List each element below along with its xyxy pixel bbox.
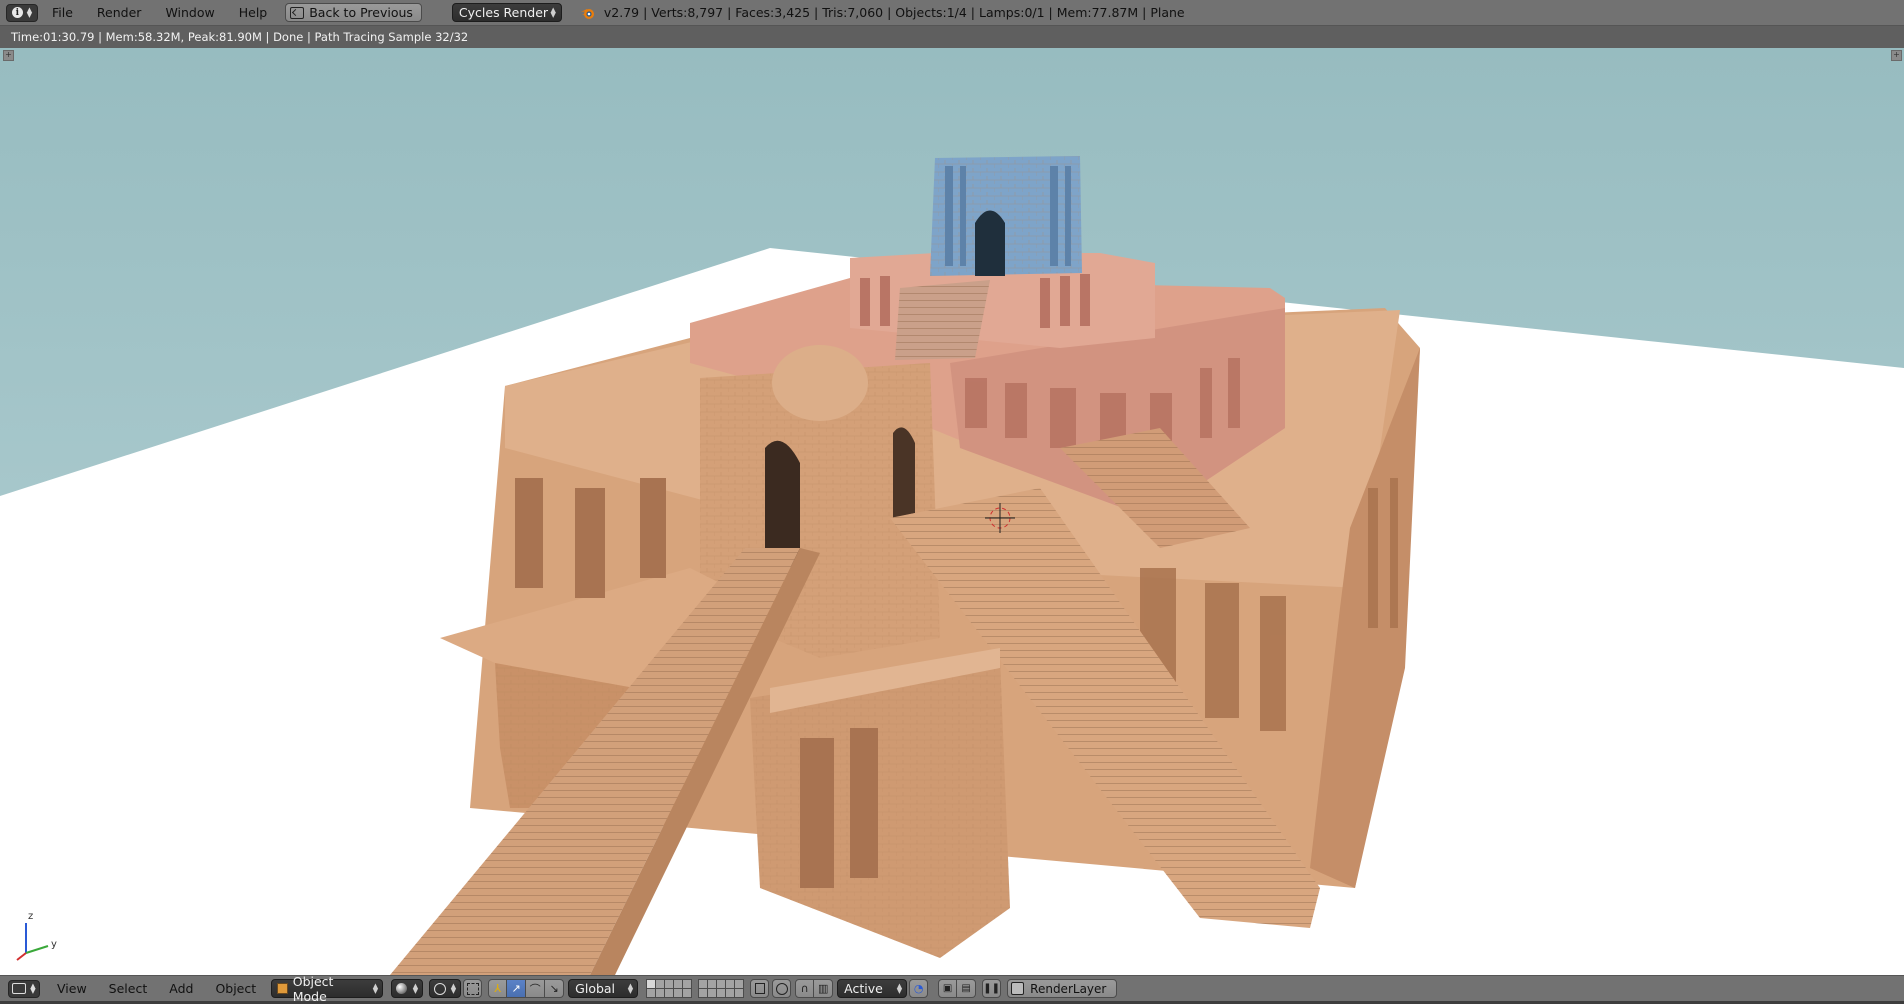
- mode-dropdown[interactable]: Object Mode ▲ ▼: [271, 974, 384, 1004]
- transform-orientation-dropdown[interactable]: Global ▲ ▼: [568, 979, 639, 998]
- back-arrow-icon: [290, 6, 305, 19]
- opengl-render-animation-button[interactable]: ▤: [957, 979, 977, 998]
- menu-window[interactable]: Window: [155, 0, 224, 26]
- proportional-edit-icon: [775, 982, 788, 995]
- pause-icon: ❚❚: [983, 983, 1001, 994]
- menu-object[interactable]: Object: [204, 976, 267, 1002]
- chevron-updown-icon: ▲ ▼: [412, 981, 419, 995]
- clapper-icon: ▤: [961, 983, 971, 994]
- back-to-previous-label: Back to Previous: [309, 5, 413, 20]
- menu-add[interactable]: Add: [158, 976, 204, 1002]
- manipulator-toggle-button[interactable]: ⅄: [488, 979, 508, 998]
- rotate-icon: ⌒: [529, 982, 541, 996]
- snap-target-value: Active: [844, 981, 883, 996]
- render-layer-value: RenderLayer: [1030, 981, 1107, 996]
- snap-element-button[interactable]: ▥: [814, 979, 834, 998]
- lock-icon: [754, 983, 765, 994]
- render-engine-dropdown[interactable]: Cycles Render ▲ ▼: [451, 3, 562, 22]
- menu-help[interactable]: Help: [229, 0, 278, 26]
- manipulator-icon: ⅄: [494, 982, 502, 995]
- axis-label-z: z: [28, 911, 34, 922]
- manipulate-center-points-button[interactable]: [463, 979, 483, 998]
- scene-statistics: v2.79 | Verts:8,797 | Faces:3,425 | Tris…: [603, 5, 1185, 20]
- snap-align-rotation-button[interactable]: ◔: [909, 979, 929, 998]
- rendered-scene: [0, 48, 1904, 975]
- menu-file[interactable]: File: [42, 0, 83, 26]
- snap-target-dropdown[interactable]: Active ▲ ▼: [837, 979, 908, 998]
- solid-sphere-icon: [396, 983, 408, 994]
- 3d-view-header: ▲ ▼ View Select Add Object Object Mode ▲ ▼…: [0, 974, 1904, 1004]
- chevron-updown-icon: ▲ ▼: [372, 981, 379, 995]
- 3d-view-icon: [12, 983, 27, 994]
- editor-type-button[interactable]: ▲ ▼: [8, 979, 40, 998]
- info-header: i ▲ ▼ File Render Window Help Back to Pre…: [0, 0, 1904, 26]
- lock-layers-button[interactable]: [750, 979, 770, 998]
- pivot-point-icon: [434, 982, 447, 995]
- rotate-manipulator-button[interactable]: ⌒: [526, 979, 546, 998]
- translate-manipulator-button[interactable]: ↗: [507, 979, 527, 998]
- menu-select[interactable]: Select: [98, 976, 159, 1002]
- scale-icon: ↘: [549, 982, 559, 995]
- axis-label-y: y: [51, 939, 57, 950]
- render-status-text: Time:01:30.79 | Mem:58.32M, Peak:81.90M …: [0, 26, 1904, 48]
- render-engine-value: Cycles Render: [458, 5, 549, 20]
- menu-view[interactable]: View: [46, 976, 98, 1002]
- orientation-value: Global: [575, 981, 616, 996]
- back-to-previous-button[interactable]: Back to Previous: [285, 3, 422, 22]
- area-split-handle-right[interactable]: +: [1891, 50, 1902, 61]
- mode-value: Object Mode: [292, 973, 334, 1004]
- viewport-shading-dropdown[interactable]: ▲ ▼: [391, 979, 424, 998]
- chevron-updown-icon: ▲ ▼: [26, 5, 33, 19]
- scale-manipulator-button[interactable]: ↘: [545, 979, 565, 998]
- 3d-viewport[interactable]: z y: [0, 48, 1904, 975]
- render-layer-icon: [1011, 982, 1025, 995]
- layers-group-a[interactable]: [646, 979, 693, 998]
- render-layer-field[interactable]: RenderLayer: [1007, 979, 1118, 998]
- area-split-handle-left[interactable]: +: [3, 50, 14, 61]
- blender-logo-icon: [580, 6, 596, 20]
- chevron-updown-icon: ▲ ▼: [896, 981, 903, 995]
- layers-group-b[interactable]: [698, 979, 745, 998]
- snap-element-icon: ▥: [817, 982, 829, 995]
- opengl-render-image-button[interactable]: ▣: [938, 979, 958, 998]
- proportional-edit-button[interactable]: [772, 979, 792, 998]
- editor-type-button[interactable]: i ▲ ▼: [6, 3, 38, 22]
- pause-render-button[interactable]: ❚❚: [982, 979, 1002, 998]
- dotted-square-icon: [466, 982, 479, 995]
- cube-icon: [277, 983, 288, 994]
- chevron-updown-icon: ▲ ▼: [550, 5, 556, 19]
- arrow-icon: ↗: [511, 982, 521, 995]
- info-icon: i: [11, 7, 23, 18]
- menu-render[interactable]: Render: [87, 0, 152, 26]
- chevron-updown-icon: ▲ ▼: [450, 981, 457, 995]
- pivot-point-dropdown[interactable]: ▲ ▼: [429, 979, 462, 998]
- chevron-updown-icon: ▲ ▼: [627, 981, 634, 995]
- magnet-icon: ∩: [800, 982, 809, 995]
- chevron-updown-icon: ▲ ▼: [30, 981, 36, 995]
- align-rotation-icon: ◔: [913, 982, 924, 995]
- camera-icon: ▣: [942, 983, 953, 994]
- snap-toggle-button[interactable]: ∩: [795, 979, 815, 998]
